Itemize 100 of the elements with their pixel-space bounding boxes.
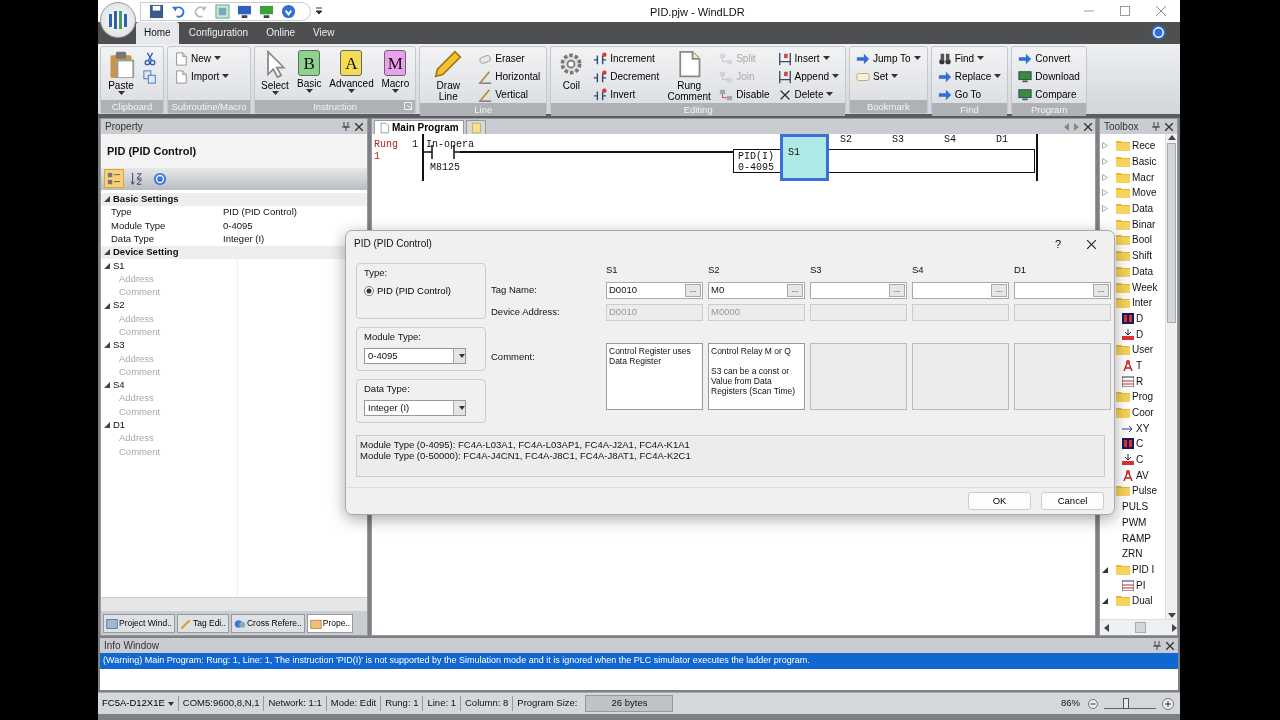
model-dropdown[interactable]: FC5A-D12X1E <box>98 696 179 711</box>
module-type-select[interactable]: 0-4095 <box>364 348 466 365</box>
tree-item[interactable]: Dual <box>1116 593 1153 609</box>
tree-item[interactable]: Macr <box>1116 169 1155 185</box>
panel-tab[interactable]: Tag Edi.. <box>176 614 229 633</box>
comment-field[interactable]: Control Relay M or Q S3 can be a const or Value from Data Registers (Scan Time) <box>708 342 805 410</box>
close-icon[interactable] <box>1156 6 1166 16</box>
toolbar-button[interactable] <box>104 169 124 188</box>
close-icon[interactable] <box>1166 641 1174 650</box>
ribbon-button[interactable]: A Advanced <box>327 50 376 94</box>
dialog-button[interactable]: Cancel <box>1041 492 1104 510</box>
expander-icon[interactable] <box>104 196 110 203</box>
browse-button[interactable]: ... <box>889 283 905 297</box>
download-icon[interactable] <box>281 3 296 19</box>
ribbon-tab[interactable]: View <box>305 22 343 44</box>
tree-item[interactable]: Rece <box>1116 138 1156 154</box>
monitor-icon[interactable] <box>259 3 274 19</box>
expander-icon[interactable] <box>104 422 110 429</box>
ribbon-button[interactable]: Jump To <box>854 50 923 67</box>
browse-button[interactable]: ... <box>991 283 1007 297</box>
ribbon-button[interactable]: Increment <box>591 50 662 67</box>
tree-item[interactable]: D <box>1100 310 1165 327</box>
ribbon-tab[interactable]: Configuration <box>180 22 257 44</box>
ribbon-button[interactable]: B Basic <box>295 50 324 94</box>
ribbon-button[interactable]: Insert <box>775 50 842 67</box>
tree-item[interactable]: Week <box>1116 279 1158 295</box>
slider-thumb[interactable] <box>1123 697 1130 709</box>
panel-tab[interactable]: Project Wind.. <box>103 614 175 633</box>
tag-name-field[interactable]: ... <box>810 281 907 299</box>
scroll-thumb[interactable] <box>1135 622 1146 633</box>
operand-cell[interactable]: S2 <box>832 134 884 156</box>
editor-tab[interactable]: Main Program <box>374 120 464 134</box>
tree-item[interactable]: D <box>1100 326 1165 342</box>
ribbon-button[interactable]: Disable <box>717 86 772 103</box>
panel-tab[interactable]: Prope.. <box>306 614 354 633</box>
operand-cell[interactable]: D1 <box>988 134 1040 156</box>
ribbon-button[interactable]: Invert <box>591 86 662 103</box>
maximize-icon[interactable] <box>1120 6 1130 16</box>
tree-item[interactable]: PWM <box>1100 514 1165 531</box>
tree-item[interactable]: User <box>1116 342 1154 358</box>
close-icon[interactable] <box>1084 122 1092 131</box>
ribbon-button[interactable]: Compare <box>1016 86 1082 103</box>
tree-item[interactable]: Coor <box>1116 405 1154 421</box>
expander-icon[interactable] <box>1102 597 1108 605</box>
tree-item[interactable]: Prog <box>1116 389 1154 405</box>
ribbon-button[interactable]: Eraser <box>476 50 543 67</box>
ribbon-button[interactable]: Horizontal <box>476 68 543 85</box>
tree-item[interactable]: R <box>1100 373 1165 389</box>
ribbon-button[interactable]: Decrement <box>591 68 662 85</box>
ribbon-tab[interactable]: Online <box>258 22 304 44</box>
ribbon-button[interactable]: New <box>172 50 232 67</box>
close-icon[interactable] <box>355 122 363 131</box>
save-icon[interactable] <box>149 3 164 19</box>
tree-item[interactable]: Shift <box>1116 248 1152 264</box>
window-icon[interactable] <box>215 3 230 19</box>
tree-item[interactable]: Bool <box>1116 232 1152 248</box>
tree-item[interactable]: Binar <box>1116 216 1156 232</box>
pin-icon[interactable] <box>1152 122 1160 131</box>
operand-cell[interactable]: S4 <box>936 134 988 156</box>
ribbon-button[interactable]: Convert <box>1016 50 1082 67</box>
pin-icon[interactable] <box>1153 641 1161 650</box>
scrollbar[interactable] <box>1100 619 1177 635</box>
zoom-in-icon[interactable] <box>1162 697 1174 710</box>
ribbon-button[interactable]: Go To <box>935 86 1004 103</box>
tree-item[interactable]: Basic <box>1116 154 1157 170</box>
tree-item[interactable]: Data <box>1116 201 1154 217</box>
operand-cell[interactable]: S3 <box>884 134 936 156</box>
expander-icon[interactable] <box>1102 565 1108 573</box>
tree-item[interactable]: T <box>1100 357 1165 374</box>
ribbon-button[interactable]: Select <box>259 50 291 96</box>
comment-field[interactable]: Control Register uses Data Register <box>606 342 703 410</box>
ribbon-button[interactable]: Paste <box>105 50 137 96</box>
data-type-select[interactable]: Integer (I) <box>364 400 466 417</box>
operand-cell[interactable]: S1 <box>780 134 829 181</box>
help-icon[interactable] <box>1151 25 1166 40</box>
help-button[interactable]: ? <box>1044 235 1071 253</box>
expander-icon[interactable] <box>104 382 110 389</box>
expander-icon[interactable] <box>104 262 110 269</box>
scroll-left-icon[interactable] <box>1104 623 1109 632</box>
ribbon-button[interactable]: Draw Line <box>424 50 473 102</box>
panel-tab[interactable]: Cross Refere.. <box>231 614 305 633</box>
ribbon-button[interactable]: Replace <box>935 68 1004 85</box>
browse-button[interactable]: ... <box>1093 283 1109 297</box>
browse-button[interactable]: ... <box>787 283 803 297</box>
ribbon-button[interactable]: Find <box>935 50 1004 67</box>
undo-icon[interactable] <box>171 3 186 19</box>
close-icon[interactable] <box>1165 122 1173 131</box>
ribbon-button[interactable]: Set <box>854 68 923 85</box>
tree-item[interactable]: Inter <box>1116 295 1152 311</box>
monitor-icon[interactable] <box>237 3 252 19</box>
zoom-out-icon[interactable] <box>1088 698 1098 709</box>
expander-icon[interactable] <box>104 342 110 349</box>
ribbon-tab[interactable]: Home <box>136 22 179 44</box>
scroll-thumb[interactable] <box>1167 143 1176 323</box>
icon-button[interactable] <box>141 68 159 85</box>
ribbon-button[interactable]: Download <box>1016 68 1082 85</box>
tree-item[interactable]: XY <box>1100 420 1165 437</box>
radio-button[interactable]: PID (PID Control) <box>364 280 451 299</box>
scrollbar[interactable] <box>1165 134 1177 619</box>
tree-item[interactable]: Data <box>1116 263 1154 279</box>
